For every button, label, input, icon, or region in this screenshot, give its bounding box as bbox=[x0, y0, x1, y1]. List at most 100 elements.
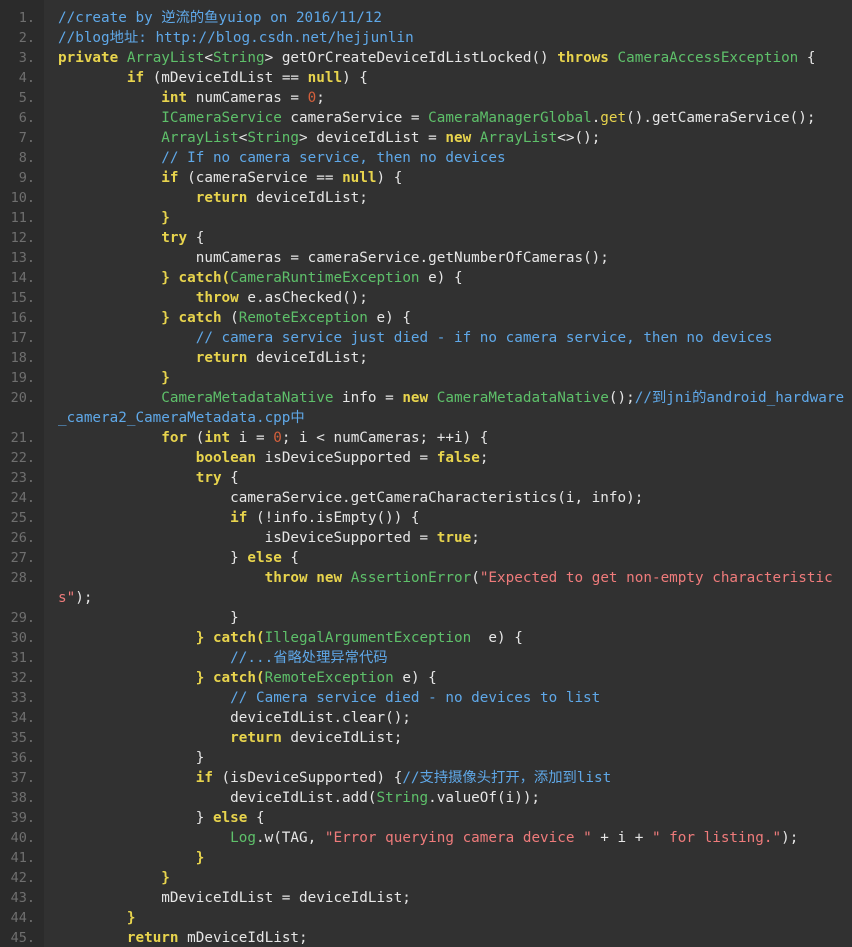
code-line[interactable]: 5. int numCameras = 0; bbox=[0, 88, 852, 108]
code-line[interactable]: 17. // camera service just died - if no … bbox=[0, 328, 852, 348]
line-source[interactable]: } bbox=[44, 908, 852, 928]
line-source[interactable]: try { bbox=[44, 228, 852, 248]
line-source[interactable]: if (isDeviceSupported) {//支持摄像头打开，添加到lis… bbox=[44, 768, 852, 788]
line-source[interactable]: CameraMetadataNative info = new CameraMe… bbox=[44, 388, 852, 428]
token-keyword: if bbox=[195, 770, 213, 786]
line-source[interactable]: if (cameraService == null) { bbox=[44, 168, 852, 188]
code-line[interactable]: 24. cameraService.getCameraCharacteristi… bbox=[0, 488, 852, 508]
code-line[interactable]: 13. numCameras = cameraService.getNumber… bbox=[0, 248, 852, 268]
code-line[interactable]: 14. } catch(CameraRuntimeException e) { bbox=[0, 268, 852, 288]
line-source[interactable]: ICameraService cameraService = CameraMan… bbox=[44, 108, 852, 128]
code-line[interactable]: 9. if (cameraService == null) { bbox=[0, 168, 852, 188]
code-line[interactable]: 25. if (!info.isEmpty()) { bbox=[0, 508, 852, 528]
code-line[interactable]: 19. } bbox=[0, 368, 852, 388]
line-source[interactable]: } else { bbox=[44, 548, 852, 568]
line-source[interactable]: } catch(CameraRuntimeException e) { bbox=[44, 268, 852, 288]
line-source[interactable]: isDeviceSupported = true; bbox=[44, 528, 852, 548]
code-line[interactable]: 3. private ArrayList<String> getOrCreateD… bbox=[0, 48, 852, 68]
line-source[interactable]: } catch(IllegalArgumentException e) { bbox=[44, 628, 852, 648]
line-source[interactable]: boolean isDeviceSupported = false; bbox=[44, 448, 852, 468]
line-source[interactable]: } bbox=[44, 608, 852, 628]
code-line[interactable]: 39. } else { bbox=[0, 808, 852, 828]
code-line[interactable]: 42. } bbox=[0, 868, 852, 888]
code-line[interactable]: 41. } bbox=[0, 848, 852, 868]
code-line[interactable]: 16. } catch (RemoteException e) { bbox=[0, 308, 852, 328]
code-line[interactable]: 40. Log.w(TAG, "Error querying camera de… bbox=[0, 828, 852, 848]
code-line[interactable]: 4. if (mDeviceIdList == null) { bbox=[0, 68, 852, 88]
line-source[interactable]: //blog地址: http://blog.csdn.net/hejjunlin bbox=[44, 28, 852, 48]
line-source[interactable]: numCameras = cameraService.getNumberOfCa… bbox=[44, 248, 852, 268]
line-source[interactable]: private ArrayList<String> getOrCreateDev… bbox=[44, 48, 852, 68]
code-line[interactable]: 20. CameraMetadataNative info = new Came… bbox=[0, 388, 852, 428]
code-line[interactable]: 6. ICameraService cameraService = Camera… bbox=[0, 108, 852, 128]
line-source[interactable]: } else { bbox=[44, 808, 852, 828]
line-source[interactable]: Log.w(TAG, "Error querying camera device… bbox=[44, 828, 852, 848]
line-source[interactable]: cameraService.getCameraCharacteristics(i… bbox=[44, 488, 852, 508]
line-source[interactable]: } catch (RemoteException e) { bbox=[44, 308, 852, 328]
line-source[interactable]: // camera service just died - if no came… bbox=[44, 328, 852, 348]
line-source[interactable]: } bbox=[44, 368, 852, 388]
code-line[interactable]: 1. //create by 逆流的鱼yuiop on 2016/11/12 bbox=[0, 8, 852, 28]
code-line[interactable]: 44. } bbox=[0, 908, 852, 928]
line-source[interactable]: } bbox=[44, 748, 852, 768]
line-source[interactable]: // Camera service died - no devices to l… bbox=[44, 688, 852, 708]
code-line[interactable]: 32. } catch(RemoteException e) { bbox=[0, 668, 852, 688]
code-line[interactable]: 29. } bbox=[0, 608, 852, 628]
code-line[interactable]: 35. return deviceIdList; bbox=[0, 728, 852, 748]
line-source[interactable]: if (!info.isEmpty()) { bbox=[44, 508, 852, 528]
line-source[interactable]: //...省略处理异常代码 bbox=[44, 648, 852, 668]
code-line[interactable]: 36. } bbox=[0, 748, 852, 768]
token-plain: ); bbox=[781, 830, 799, 846]
code-line[interactable]: 10. return deviceIdList; bbox=[0, 188, 852, 208]
line-source[interactable]: int numCameras = 0; bbox=[44, 88, 852, 108]
line-source[interactable]: if (mDeviceIdList == null) { bbox=[44, 68, 852, 88]
line-source[interactable]: deviceIdList.add(String.valueOf(i)); bbox=[44, 788, 852, 808]
code-lines-container[interactable]: 1. //create by 逆流的鱼yuiop on 2016/11/12 2. /… bbox=[0, 0, 852, 947]
code-line[interactable]: 23. try { bbox=[0, 468, 852, 488]
line-source[interactable]: deviceIdList.clear(); bbox=[44, 708, 852, 728]
code-line[interactable]: 28. throw new AssertionError("Expected t… bbox=[0, 568, 852, 608]
code-line[interactable]: 27. } else { bbox=[0, 548, 852, 568]
line-source[interactable]: //create by 逆流的鱼yuiop on 2016/11/12 bbox=[44, 8, 852, 28]
code-line[interactable]: 21. for (int i = 0; i < numCameras; ++i)… bbox=[0, 428, 852, 448]
code-line[interactable]: 8. // If no camera service, then no devi… bbox=[0, 148, 852, 168]
token-keyword: else bbox=[212, 810, 248, 826]
code-line[interactable]: 11. } bbox=[0, 208, 852, 228]
line-source[interactable]: } bbox=[44, 208, 852, 228]
code-snippet-viewer[interactable]: 1. //create by 逆流的鱼yuiop on 2016/11/12 2. /… bbox=[0, 0, 852, 947]
line-source[interactable]: throw new AssertionError("Expected to ge… bbox=[44, 568, 852, 608]
code-line[interactable]: 7. ArrayList<String> deviceIdList = new … bbox=[0, 128, 852, 148]
code-line[interactable]: 37. if (isDeviceSupported) {//支持摄像头打开，添加… bbox=[0, 768, 852, 788]
token-keyword: new bbox=[316, 570, 343, 586]
code-line[interactable]: 2. //blog地址: http://blog.csdn.net/hejjunl… bbox=[0, 28, 852, 48]
line-source[interactable]: mDeviceIdList = deviceIdList; bbox=[44, 888, 852, 908]
code-line[interactable]: 18. return deviceIdList; bbox=[0, 348, 852, 368]
line-number: 13. bbox=[10, 250, 35, 266]
code-line[interactable]: 38. deviceIdList.add(String.valueOf(i)); bbox=[0, 788, 852, 808]
line-source[interactable]: } bbox=[44, 868, 852, 888]
line-source[interactable]: return deviceIdList; bbox=[44, 728, 852, 748]
code-line[interactable]: 33. // Camera service died - no devices … bbox=[0, 688, 852, 708]
line-source[interactable]: return deviceIdList; bbox=[44, 188, 852, 208]
line-source[interactable]: } catch(RemoteException e) { bbox=[44, 668, 852, 688]
code-line[interactable]: 26. isDeviceSupported = true; bbox=[0, 528, 852, 548]
line-source[interactable]: } bbox=[44, 848, 852, 868]
code-line[interactable]: 22. boolean isDeviceSupported = false; bbox=[0, 448, 852, 468]
token-keyword: return bbox=[195, 350, 248, 366]
line-source[interactable]: throw e.asChecked(); bbox=[44, 288, 852, 308]
code-line[interactable]: 15. throw e.asChecked(); bbox=[0, 288, 852, 308]
code-line[interactable]: 31. //...省略处理异常代码 bbox=[0, 648, 852, 668]
line-source[interactable]: return deviceIdList; bbox=[44, 348, 852, 368]
line-source[interactable]: // If no camera service, then no devices bbox=[44, 148, 852, 168]
line-source[interactable]: try { bbox=[44, 468, 852, 488]
code-line[interactable]: 45. return mDeviceIdList; bbox=[0, 928, 852, 947]
line-source[interactable]: ArrayList<String> deviceIdList = new Arr… bbox=[44, 128, 852, 148]
line-source[interactable]: for (int i = 0; i < numCameras; ++i) { bbox=[44, 428, 852, 448]
line-source[interactable]: return mDeviceIdList; bbox=[44, 928, 852, 947]
code-line[interactable]: 12. try { bbox=[0, 228, 852, 248]
code-line[interactable]: 43. mDeviceIdList = deviceIdList; bbox=[0, 888, 852, 908]
code-line[interactable]: 34. deviceIdList.clear(); bbox=[0, 708, 852, 728]
code-line[interactable]: 30. } catch(IllegalArgumentException e) … bbox=[0, 628, 852, 648]
